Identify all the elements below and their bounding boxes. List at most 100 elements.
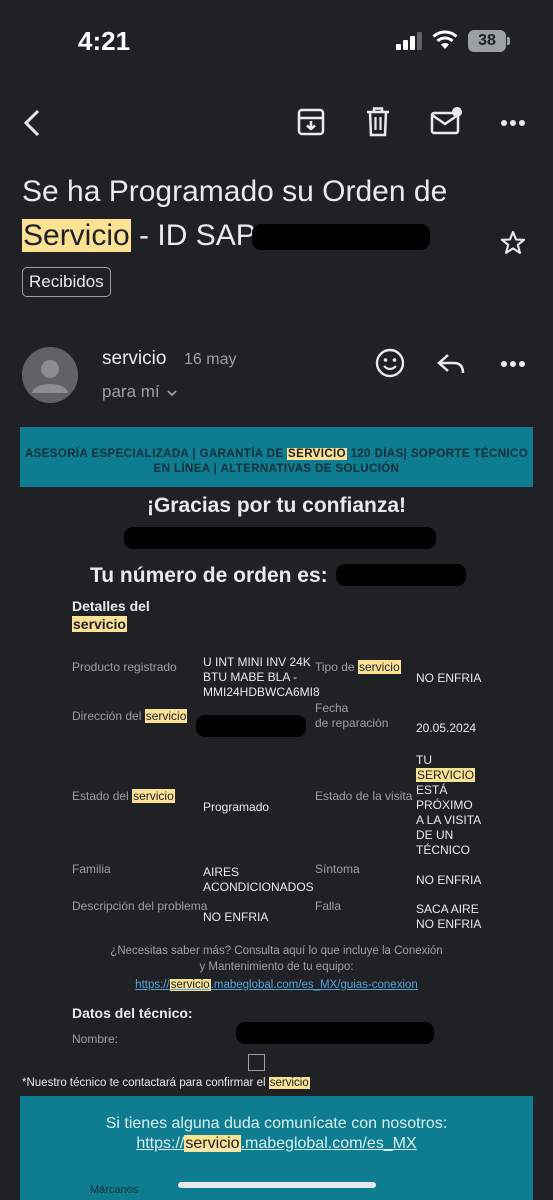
- redacted-technician-name: [236, 1022, 434, 1044]
- cellular-signal-icon: [396, 32, 424, 50]
- subject-highlight: Servicio: [22, 219, 131, 252]
- product-value: U INT MINI INV 24K BTU MABE BLA - MMI24H…: [203, 655, 320, 700]
- status-time: 4:21: [78, 26, 131, 56]
- redacted-sap-id: [252, 224, 430, 250]
- state-label-text: Estado del: [72, 789, 129, 803]
- failure-label: Falla: [315, 899, 342, 913]
- sender-name: servicio: [102, 348, 167, 369]
- guide-link[interactable]: https://servicio.mabeglobal.com/es_MX/gu…: [0, 979, 553, 991]
- visit-state-value: TU SERVICIO ESTÁ PRÓXIMO A LA VISITA DE …: [416, 753, 481, 858]
- subject-line-2: - ID SAP: [130, 219, 256, 252]
- sender-avatar[interactable]: [22, 347, 78, 403]
- failure-value-line: SACA AIRE: [416, 902, 479, 916]
- home-indicator[interactable]: [178, 1182, 376, 1188]
- service-type-value: NO ENFRIA: [416, 671, 482, 685]
- service-type-label-text: Tipo de: [315, 660, 355, 674]
- contact-note-text: *Nuestro técnico te contactará para conf…: [22, 1077, 269, 1089]
- service-banner: ASESORÍA ESPECIALIZADA | GARANTÍA DE SER…: [20, 427, 533, 487]
- details-title: Detalles del servicio: [72, 597, 192, 633]
- repair-date-label-line: de reparación: [315, 716, 389, 730]
- repair-date-label: Fecha de reparación: [315, 701, 388, 731]
- service-type-label: Tipo de servicio: [315, 660, 401, 675]
- mark-unread-button[interactable]: [430, 106, 464, 136]
- technician-title: Datos del técnico:: [72, 1005, 193, 1021]
- reply-button[interactable]: [436, 351, 468, 377]
- redacted-customer-name: [124, 527, 436, 549]
- problem-value: NO ENFRIA: [203, 910, 269, 924]
- subject-line-1: Se ha Programado su Orden de: [22, 175, 448, 208]
- state-label: Estado del servicio: [72, 789, 175, 804]
- more-info-text: ¿Necesitas saber más? Consulta aquí lo q…: [80, 943, 473, 975]
- state-value: Programado: [203, 800, 270, 814]
- delete-button[interactable]: [364, 106, 392, 138]
- visit-state-line: DE UN: [416, 828, 454, 842]
- footer-link[interactable]: https://servicio.mabeglobal.com/es_MX: [20, 1134, 533, 1154]
- more-options-button[interactable]: [500, 119, 526, 127]
- address-highlight: servicio: [144, 709, 188, 723]
- visit-state-line: A LA VISITA: [416, 813, 482, 827]
- more-info-line: ¿Necesitas saber más? Consulta aquí lo q…: [110, 945, 443, 957]
- family-value-line: AIRES: [203, 865, 240, 879]
- visit-state-line: TÉCNICO: [416, 843, 470, 857]
- family-value-line: ACONDICIONADOS: [203, 880, 314, 894]
- email-date: 16 may: [184, 351, 237, 368]
- star-button[interactable]: [499, 229, 527, 257]
- footer-call-text: Márcanos: [90, 1184, 139, 1196]
- contact-note: *Nuestro técnico te contactará para conf…: [22, 1077, 310, 1089]
- image-placeholder: [248, 1054, 265, 1071]
- footer-link-suffix: .mabeglobal.com/es_MX: [240, 1135, 417, 1152]
- address-label-text: Dirección del: [72, 709, 142, 723]
- product-value-line: BTU MABE BLA -: [203, 670, 298, 684]
- problem-label: Descripción del problema: [72, 899, 208, 913]
- address-label: Dirección del servicio: [72, 709, 188, 724]
- banner-text-3: EN LÍNEA | ALTERNATIVAS DE SOLUCIÓN: [153, 463, 400, 475]
- footer-link-highlight: servicio: [184, 1135, 241, 1152]
- battery-level: 38: [468, 30, 506, 52]
- emoji-reaction-button[interactable]: [374, 347, 406, 379]
- guide-link-prefix: https://: [135, 979, 170, 991]
- banner-highlight: SERVICIO: [287, 448, 347, 460]
- recipient-label: para mí: [102, 382, 160, 401]
- service-type-highlight: servicio: [357, 660, 401, 674]
- visit-state-line: PRÓXIMO: [416, 798, 473, 812]
- details-title-highlight: servicio: [72, 616, 127, 632]
- wifi-icon: [432, 30, 458, 50]
- visit-state-label: Estado de la visita: [315, 789, 413, 803]
- redacted-address: [196, 715, 306, 737]
- product-value-line: U INT MINI INV 24K: [203, 655, 311, 669]
- order-number-label: Tu número de orden es:: [90, 564, 328, 587]
- guide-link-highlight: servicio: [169, 979, 211, 991]
- product-label: Producto registrado: [72, 660, 177, 674]
- symptom-value: NO ENFRIA: [416, 873, 482, 887]
- failure-value: SACA AIRE NO ENFRIA: [416, 902, 481, 932]
- footer-text: Si tienes alguna duda comunícate con nos…: [105, 1115, 448, 1132]
- family-value: AIRES ACONDICIONADOS: [203, 865, 314, 895]
- repair-date-label-line: Fecha: [315, 701, 349, 715]
- family-label: Familia: [72, 862, 111, 876]
- thanks-heading: ¡Gracias por tu confianza!: [146, 494, 407, 517]
- product-value-line: MMI24HDBWCA6MI8: [203, 685, 320, 699]
- visit-state-line: ESTÁ: [416, 783, 448, 797]
- details-title-text: Detalles del: [72, 598, 150, 614]
- archive-button[interactable]: [296, 107, 326, 137]
- footer-link-prefix: https://: [136, 1135, 185, 1152]
- state-highlight: servicio: [132, 789, 175, 803]
- more-info-line: y Mantenimiento de tu equipo:: [199, 961, 354, 973]
- banner-text-1: ASESORÍA ESPECIALIZADA | GARANTÍA DE: [24, 448, 288, 460]
- symptom-label: Síntoma: [315, 862, 360, 876]
- redacted-order-number: [336, 564, 466, 586]
- visit-state-line: TU: [416, 753, 432, 767]
- contact-note-highlight: servicio: [268, 1077, 310, 1089]
- repair-date-value: 20.05.2024: [416, 721, 477, 735]
- failure-value-line: NO ENFRIA: [416, 917, 482, 931]
- technician-name-label: Nombre:: [72, 1032, 119, 1046]
- inbox-label-chip[interactable]: Recibidos: [22, 267, 111, 297]
- chevron-down-icon: [166, 388, 178, 398]
- back-button[interactable]: [20, 108, 44, 138]
- message-more-button[interactable]: [500, 360, 526, 368]
- banner-text-2: 120 DÍAS| SOPORTE TÉCNICO: [347, 448, 529, 460]
- recipient-toggle[interactable]: para mí: [102, 382, 178, 402]
- guide-link-suffix: .mabeglobal.com/es_MX/guias-conexion: [210, 979, 418, 991]
- visit-state-highlight: SERVICIO: [416, 768, 476, 782]
- battery-cap: [507, 37, 510, 45]
